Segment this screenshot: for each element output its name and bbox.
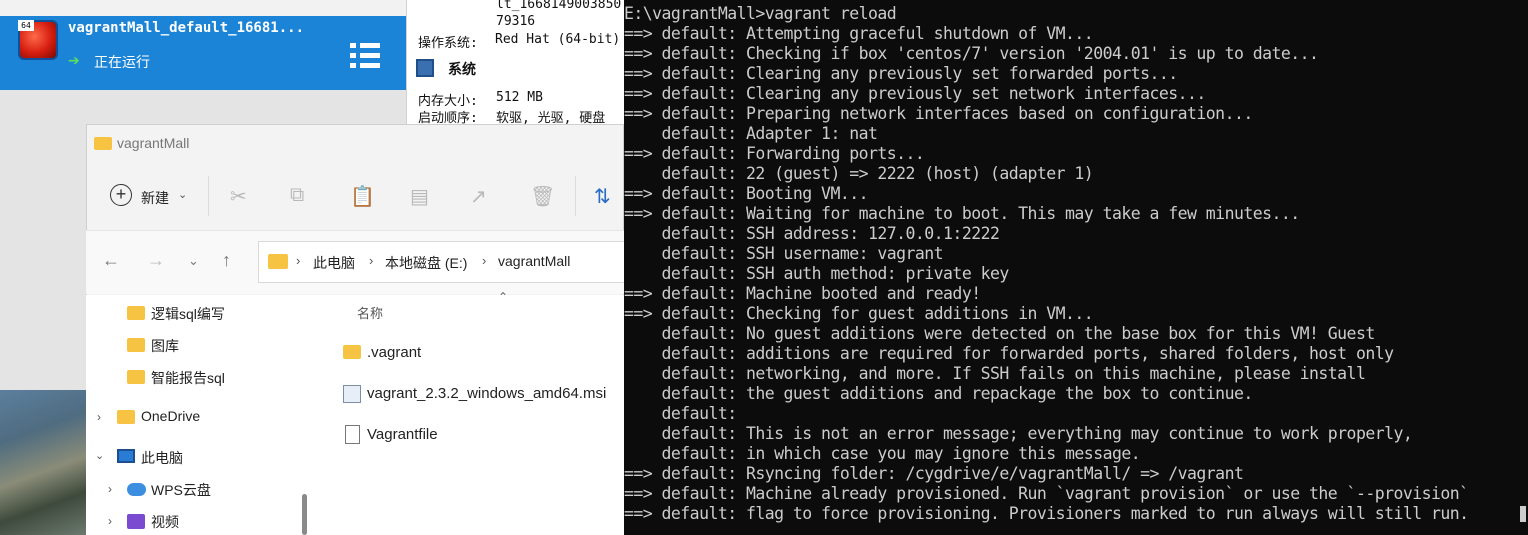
file-item[interactable]: Vagrantfile — [367, 426, 438, 443]
terminal-line: ==> default: Clearing any previously set… — [624, 84, 1206, 103]
terminal-line: default: SSH username: vagrant — [624, 244, 944, 263]
desktop-wallpaper — [0, 390, 90, 535]
vm-id-line1: lt_1668149003850 — [496, 0, 622, 12]
breadcrumb-this-pc[interactable]: 此电脑 — [313, 253, 355, 273]
back-arrow-icon[interactable]: ← — [102, 250, 120, 271]
vm-item-menu-icon[interactable] — [350, 40, 380, 70]
cut-icon[interactable]: ✂ — [230, 184, 247, 209]
breadcrumb-chevron-icon[interactable]: › — [296, 253, 300, 268]
memory-value: 512 MB — [496, 90, 543, 105]
nav-item-onedrive[interactable]: OneDrive — [141, 408, 200, 424]
terminal-window[interactable]: E:\vagrantMall>vagrant reload ==> default… — [624, 0, 1528, 535]
terminal-line: ==> default: Machine booted and ready! — [624, 284, 981, 303]
nav-item-wps-cloud[interactable]: WPS云盘 — [151, 480, 211, 500]
terminal-cursor — [1520, 506, 1526, 522]
folder-icon — [343, 345, 361, 359]
nav-item-videos[interactable]: 视频 — [151, 512, 179, 532]
breadcrumb-local-disk[interactable]: 本地磁盘 (E:) — [385, 253, 467, 273]
terminal-line: ==> default: Forwarding ports... — [624, 144, 925, 163]
terminal-line: default: SSH address: 127.0.0.1:2222 — [624, 224, 1000, 243]
file-icon — [345, 425, 360, 444]
terminal-line: default: networking, and more. If SSH fa… — [624, 364, 1366, 383]
terminal-line: ==> default: Booting VM... — [624, 184, 869, 203]
video-icon — [127, 514, 145, 529]
terminal-line: ==> default: Preparing network interface… — [624, 104, 1253, 123]
nav-pane-scrollbar[interactable] — [302, 494, 307, 535]
nav-item-gallery[interactable]: 图库 — [151, 336, 179, 356]
recent-locations-chevron-icon[interactable]: ⌄ — [188, 253, 199, 269]
paste-icon[interactable]: 📋 — [350, 184, 375, 209]
delete-icon[interactable]: 🗑 — [530, 184, 555, 209]
nav-item-logic-sql[interactable]: 逻辑sql编写 — [151, 304, 225, 324]
file-item[interactable]: .vagrant — [367, 344, 421, 361]
sort-icon[interactable]: ⇅ — [594, 184, 611, 209]
chevron-down-icon[interactable]: ⌄ — [178, 188, 187, 201]
breadcrumb-chevron-icon[interactable]: › — [482, 253, 486, 268]
chevron-down-icon[interactable]: ⌄ — [95, 449, 104, 462]
vm-list-previous-item[interactable] — [0, 0, 406, 16]
chevron-right-icon[interactable]: › — [97, 410, 101, 424]
running-arrow-icon: ➔ — [68, 52, 80, 68]
terminal-line: default: No guest additions were detecte… — [624, 324, 1376, 343]
terminal-line: ==> default: Checking if box 'centos/7' … — [624, 44, 1319, 63]
installer-icon — [343, 385, 361, 403]
terminal-line: ==> default: Checking for guest addition… — [624, 304, 1094, 323]
column-header-name[interactable]: 名称 — [357, 303, 383, 322]
os-label: 操作系统: — [418, 36, 478, 51]
os-value: Red Hat (64-bit) — [495, 32, 621, 47]
folder-icon — [127, 370, 145, 384]
terminal-line: ==> default: Rsyncing folder: /cygdrive/… — [624, 464, 1244, 483]
terminal-line: default: 22 (guest) => 2222 (host) (adap… — [624, 164, 1094, 183]
new-button[interactable]: 新建 — [141, 188, 169, 208]
folder-icon — [268, 254, 288, 269]
copy-icon[interactable]: ⧉ — [290, 184, 304, 207]
breadcrumb-chevron-icon[interactable]: › — [369, 253, 373, 268]
toolbar-divider — [575, 176, 576, 216]
folder-icon — [117, 410, 135, 424]
sort-ascending-icon: ⌃ — [498, 290, 509, 304]
window-title: vagrantMall — [117, 135, 190, 151]
terminal-line: default: additions are required for forw… — [624, 344, 1395, 363]
folder-icon — [127, 338, 145, 352]
terminal-line: default: in which case you may ignore th… — [624, 444, 1141, 463]
cloud-icon — [127, 483, 146, 496]
terminal-line: E:\vagrantMall>vagrant reload — [624, 4, 897, 23]
chevron-right-icon[interactable]: › — [108, 482, 112, 496]
chevron-right-icon[interactable]: › — [108, 514, 112, 528]
file-item[interactable]: vagrant_2.3.2_windows_amd64.msi — [367, 385, 606, 402]
terminal-line: ==> default: Machine already provisioned… — [624, 484, 1469, 503]
terminal-line: ==> default: Waiting for machine to boot… — [624, 204, 1300, 223]
terminal-line: ==> default: Attempting graceful shutdow… — [624, 24, 1094, 43]
os-64bit-badge: 64 — [18, 20, 34, 31]
terminal-line: ==> default: Clearing any previously set… — [624, 64, 1178, 83]
vm-state: 正在运行 — [94, 54, 150, 70]
nav-item-this-pc[interactable]: 此电脑 — [141, 448, 183, 468]
share-icon[interactable]: ↗ — [470, 184, 487, 209]
pane-divider[interactable] — [296, 295, 318, 535]
vm-name: vagrantMall_default_16681... — [68, 20, 305, 36]
rename-icon[interactable]: ▤ — [410, 184, 429, 209]
toolbar-divider — [208, 176, 209, 216]
file-list — [318, 295, 624, 535]
breadcrumb-current-folder[interactable]: vagrantMall — [498, 253, 570, 269]
terminal-line: default: This is not an error message; e… — [624, 424, 1413, 443]
new-plus-icon[interactable]: + — [110, 184, 132, 206]
system-section-title[interactable]: 系统 — [448, 59, 476, 79]
terminal-line: default: Adapter 1: nat — [624, 124, 878, 143]
nav-item-report-sql[interactable]: 智能报告sql — [151, 368, 225, 388]
folder-icon — [94, 137, 112, 150]
terminal-line: default: SSH auth method: private key — [624, 264, 1010, 283]
computer-icon — [117, 449, 135, 463]
terminal-line: default: the guest additions and repacka… — [624, 384, 1254, 403]
system-chip-icon — [416, 59, 434, 77]
vm-id-line2: 79316 — [496, 14, 536, 29]
up-arrow-icon[interactable]: ↑ — [222, 250, 231, 271]
forward-arrow-icon[interactable]: → — [147, 250, 165, 271]
folder-icon — [127, 306, 145, 320]
terminal-line: default: — [624, 404, 738, 423]
terminal-line: ==> default: flag to force provisioning.… — [624, 504, 1469, 523]
